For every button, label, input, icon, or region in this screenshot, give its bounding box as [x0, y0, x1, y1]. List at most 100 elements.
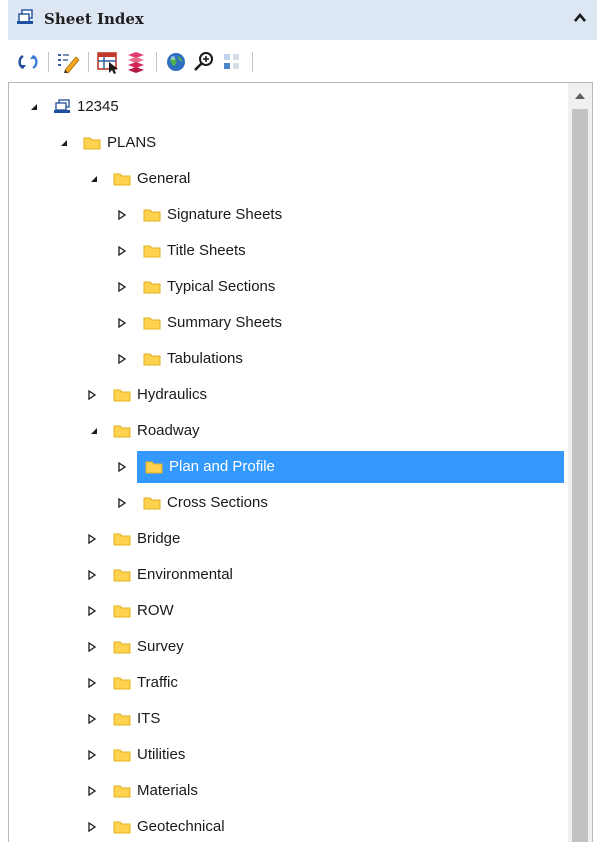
tree-node-label: 12345	[77, 98, 119, 115]
collapsed-arrow-icon[interactable]	[117, 354, 127, 364]
tree-node-bridge[interactable]: Bridge	[9, 523, 569, 555]
tree-node-typical-sections[interactable]: Typical Sections	[9, 271, 569, 303]
collapsed-arrow-icon[interactable]	[117, 210, 127, 220]
folder-icon	[113, 749, 131, 762]
folder-icon	[143, 245, 161, 258]
toolbar	[8, 40, 597, 82]
collapsed-arrow-icon[interactable]	[87, 786, 97, 796]
collapsed-arrow-icon[interactable]	[87, 570, 97, 580]
tree-node-plan-and-profile[interactable]: Plan and Profile	[9, 451, 569, 483]
expanded-arrow-icon[interactable]	[59, 138, 69, 148]
tree-node-materials[interactable]: Materials	[9, 775, 569, 807]
scroll-up-icon[interactable]	[574, 91, 586, 101]
tree-node-summary-sheets[interactable]: Summary Sheets	[9, 307, 569, 339]
collapsed-arrow-icon[interactable]	[87, 714, 97, 724]
tree-node-label: Bridge	[137, 530, 181, 547]
collapsed-arrow-icon[interactable]	[117, 246, 127, 256]
tree-node-label: Roadway	[137, 422, 200, 439]
tree-node-label: Cross Sections	[167, 494, 268, 511]
tree-node-environmental[interactable]: Environmental	[9, 559, 569, 591]
folder-icon	[83, 137, 101, 150]
folder-icon	[113, 173, 131, 186]
folder-icon	[143, 281, 161, 294]
tree-node-label: Materials	[137, 782, 198, 799]
folder-icon	[143, 317, 161, 330]
tree-node-label: Plan and Profile	[169, 458, 275, 475]
tree-node-survey[interactable]: Survey	[9, 631, 569, 663]
tree-node-label: PLANS	[107, 134, 157, 151]
folder-icon	[113, 641, 131, 654]
tree-node-hydraulics[interactable]: Hydraulics	[9, 379, 569, 411]
publish-globe-icon[interactable]	[164, 50, 188, 74]
toolbar-separator	[156, 52, 157, 72]
collapsed-arrow-icon[interactable]	[117, 462, 127, 472]
tree-node-cross-sections[interactable]: Cross Sections	[9, 487, 569, 519]
refresh-icon[interactable]	[16, 50, 40, 74]
collapsed-arrow-icon[interactable]	[87, 822, 97, 832]
folder-icon	[143, 353, 161, 366]
collapsed-arrow-icon[interactable]	[117, 282, 127, 292]
folder-icon	[113, 569, 131, 582]
collapsed-arrow-icon[interactable]	[87, 750, 97, 760]
tree-node-label: ITS	[137, 710, 161, 727]
tree-node-label: Hydraulics	[137, 386, 208, 403]
expanded-arrow-icon[interactable]	[89, 426, 99, 436]
grid-view-icon[interactable]	[220, 50, 244, 74]
collapsed-arrow-icon[interactable]	[117, 318, 127, 328]
folder-icon	[143, 497, 161, 510]
collapsed-arrow-icon[interactable]	[87, 678, 97, 688]
folder-icon	[113, 677, 131, 690]
arrange-sheets-icon[interactable]	[124, 50, 148, 74]
edit-properties-icon[interactable]	[56, 50, 80, 74]
zoom-search-icon[interactable]	[192, 50, 216, 74]
vertical-scrollbar[interactable]	[568, 83, 592, 842]
tree-node-tabulations[interactable]: Tabulations	[9, 343, 569, 375]
tree-node-title-sheets[interactable]: Title Sheets	[9, 235, 569, 267]
tree-node-label: Traffic	[137, 674, 178, 691]
tree-node-plans[interactable]: PLANS	[9, 127, 569, 159]
folder-icon	[113, 389, 131, 402]
folder-icon	[113, 533, 131, 546]
chevron-up-icon[interactable]	[573, 11, 587, 25]
sheet-tree-panel: 12345 PLANS General Signature Sheets Tit…	[8, 82, 593, 842]
scrollbar-thumb[interactable]	[572, 109, 588, 842]
folder-icon	[113, 821, 131, 834]
tree-node-label: Typical Sections	[167, 278, 276, 295]
tree-node-traffic[interactable]: Traffic	[9, 667, 569, 699]
collapsed-arrow-icon[interactable]	[87, 642, 97, 652]
folder-icon	[113, 785, 131, 798]
collapsed-arrow-icon[interactable]	[117, 498, 127, 508]
tree-node-label: Title Sheets	[167, 242, 246, 259]
tree-node-label: Tabulations	[167, 350, 243, 367]
tree-node-utilities[interactable]: Utilities	[9, 739, 569, 771]
toolbar-separator	[88, 52, 89, 72]
toolbar-separator	[48, 52, 49, 72]
tree-node-label: Geotechnical	[137, 818, 225, 835]
tree-node-roadway[interactable]: Roadway	[9, 415, 569, 447]
tree-node-row[interactable]: ROW	[9, 595, 569, 627]
tree-node-label: Utilities	[137, 746, 186, 763]
panel-title-bar[interactable]: Sheet Index	[8, 0, 597, 41]
folder-icon	[113, 605, 131, 618]
tree-node-root[interactable]: 12345	[9, 91, 569, 123]
collapsed-arrow-icon[interactable]	[87, 390, 97, 400]
tree-node-signature-sheets[interactable]: Signature Sheets	[9, 199, 569, 231]
expanded-arrow-icon[interactable]	[89, 174, 99, 184]
tree-node-label: General	[137, 170, 191, 187]
tree-node-general[interactable]: General	[9, 163, 569, 195]
collapsed-arrow-icon[interactable]	[87, 534, 97, 544]
sheet-index-panel: Sheet Index 12345 PLANS General Signatur…	[0, 0, 597, 842]
tree-node-label: Summary Sheets	[167, 314, 283, 331]
folder-icon	[113, 713, 131, 726]
tree-node-label: Environmental	[137, 566, 233, 583]
tree-node-label: Survey	[137, 638, 184, 655]
collapsed-arrow-icon[interactable]	[87, 606, 97, 616]
tree-node-label: ROW	[137, 602, 174, 619]
expanded-arrow-icon[interactable]	[29, 102, 39, 112]
folder-icon	[143, 209, 161, 222]
tree-node-geotechnical[interactable]: Geotechnical	[9, 811, 569, 842]
tree-node-label: Signature Sheets	[167, 206, 283, 223]
folder-icon	[113, 425, 131, 438]
select-sheets-icon[interactable]	[96, 50, 120, 74]
tree-node-its[interactable]: ITS	[9, 703, 569, 735]
